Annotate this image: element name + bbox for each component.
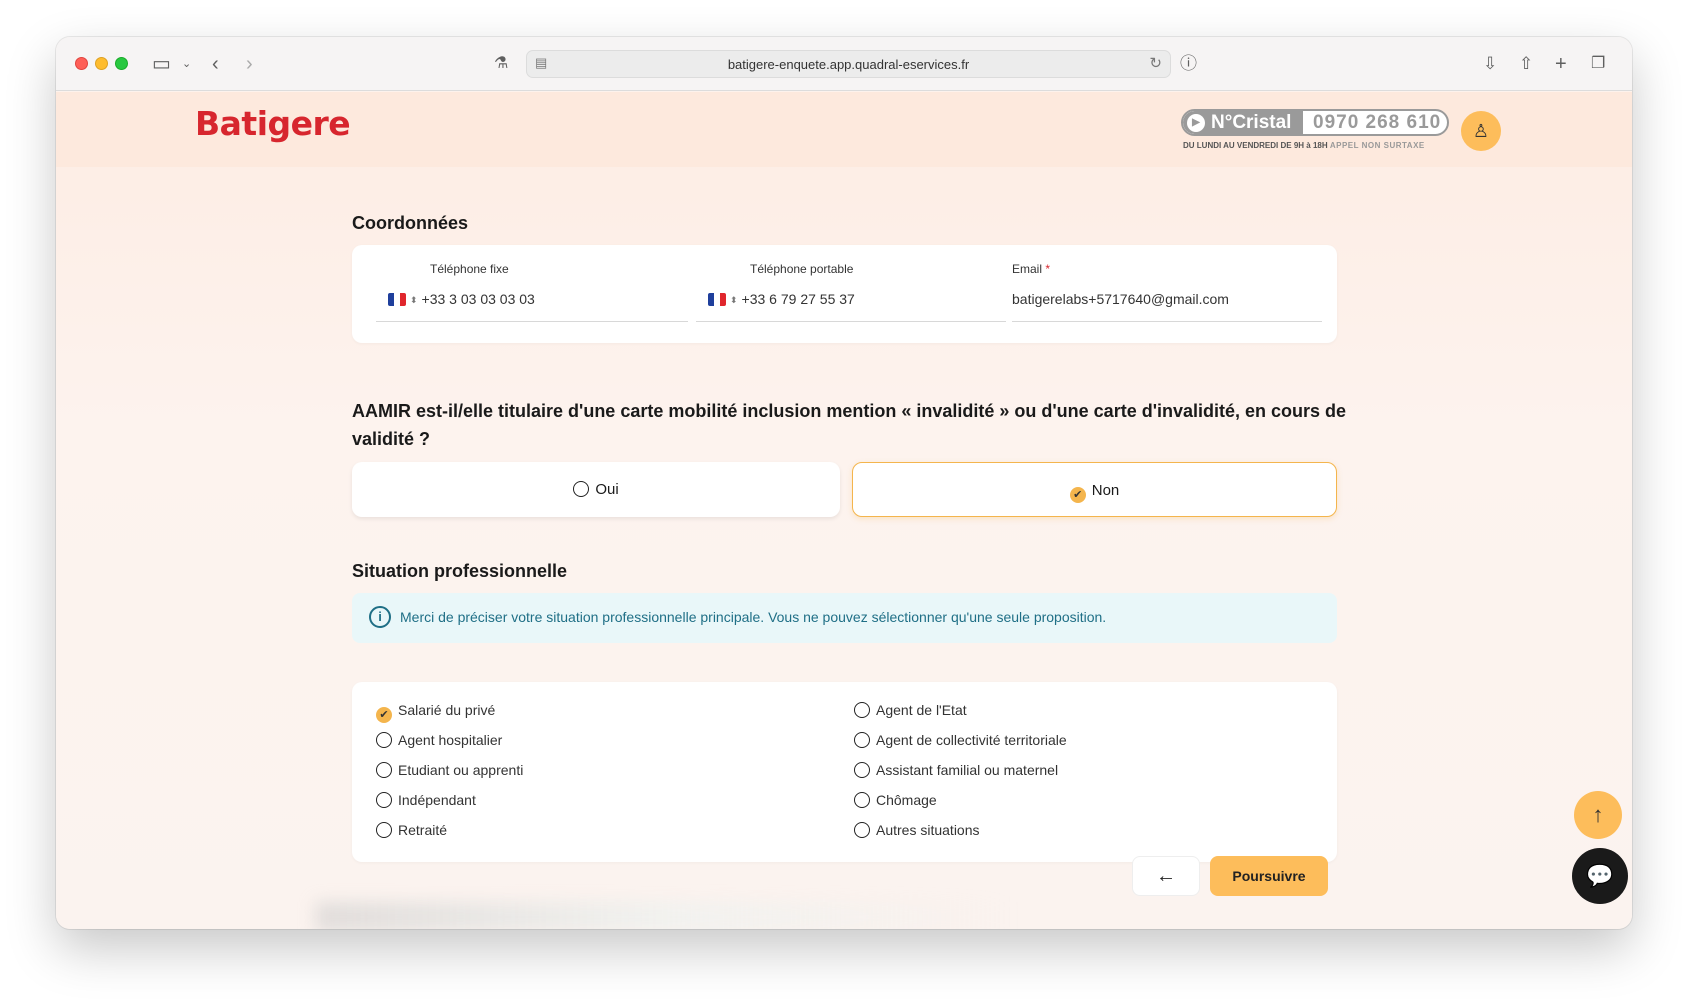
france-flag-icon[interactable]	[388, 293, 406, 306]
radio-empty-icon	[854, 792, 870, 808]
country-select-icon[interactable]: ⬍	[410, 295, 418, 305]
reload-icon[interactable]: ↻	[1149, 54, 1162, 72]
site-header: Batigere ▶ N°Cristal 0970 268 610 DU LUND…	[56, 92, 1632, 167]
option-assistant-familial[interactable]: Assistant familial ou maternel	[854, 762, 1058, 778]
option-retraite[interactable]: Retraité	[376, 822, 447, 838]
scroll-to-top-button[interactable]: ↑	[1574, 791, 1622, 839]
address-bar[interactable]: ▤ batigere-enquete.app.quadral-eservices…	[526, 50, 1171, 78]
situation-info-banner: i Merci de préciser votre situation prof…	[352, 593, 1337, 643]
invalidity-question: AAMIR est-il/elle titulaire d'une carte …	[352, 401, 1347, 449]
arrow-up-icon: ↑	[1592, 802, 1604, 827]
browser-toolbar: ▭ ⌄ ‹ › ⚗ ▤ batigere-enquete.app.quadral…	[56, 37, 1632, 91]
play-icon: ▶	[1187, 114, 1205, 132]
cristal-note: APPEL NON SURTAXE	[1329, 141, 1425, 150]
option-salarie-prive[interactable]: ✔ Salarié du privé	[376, 702, 495, 723]
option-etudiant-apprenti[interactable]: Etudiant ou apprenti	[376, 762, 523, 778]
coordonnees-card: Téléphone fixe ⬍ +33 3 03 03 03 03 Téléph…	[352, 245, 1337, 343]
user-icon: ♙	[1472, 121, 1490, 141]
situation-title: Situation professionnelle	[352, 561, 568, 581]
option-autres-situations[interactable]: Autres situations	[854, 822, 980, 838]
batigere-logo[interactable]: Batigere	[195, 104, 351, 143]
check-icon: ✔	[376, 707, 392, 723]
footer-shadow	[316, 902, 1016, 929]
radio-empty-icon	[573, 481, 590, 497]
url-text: batigere-enquete.app.quadral-eservices.f…	[727, 57, 970, 72]
option-chomage[interactable]: Chômage	[854, 792, 937, 808]
cristal-hotline: ▶ N°Cristal 0970 268 610 DU LUNDI AU VEND…	[1181, 109, 1449, 154]
arrow-left-icon: ←	[1156, 865, 1176, 887]
browser-window: ▭ ⌄ ‹ › ⚗ ▤ batigere-enquete.app.quadral…	[56, 37, 1632, 929]
radio-empty-icon	[376, 732, 392, 748]
chat-bubble-icon: 💬	[1586, 863, 1614, 888]
radio-empty-icon	[854, 762, 870, 778]
check-icon: ✔	[1069, 487, 1086, 503]
coordonnees-title: Coordonnées	[352, 213, 469, 233]
page-content: Batigere ▶ N°Cristal 0970 268 610 DU LUND…	[56, 92, 1632, 929]
new-tab-icon[interactable]: +	[1555, 51, 1567, 77]
close-window-button[interactable]	[75, 57, 88, 70]
radio-empty-icon	[376, 822, 392, 838]
info-icon: i	[369, 606, 391, 628]
download-icon[interactable]: ⇩	[1483, 51, 1497, 77]
sidebar-toggle-icon[interactable]: ▭	[152, 51, 171, 77]
answer-oui-button[interactable]: Oui	[352, 462, 840, 517]
tabs-overview-icon[interactable]: ❐	[1591, 51, 1605, 77]
phone-fixe-field[interactable]: Téléphone fixe ⬍ +33 3 03 03 03 03	[376, 245, 688, 325]
info-circle-icon[interactable]: ⓘ	[1180, 51, 1197, 77]
option-agent-etat[interactable]: Agent de l'Etat	[854, 702, 967, 718]
phone-portable-field[interactable]: Téléphone portable ⬍ +33 6 79 27 55 37	[696, 245, 1006, 325]
option-independant[interactable]: Indépendant	[376, 792, 476, 808]
chevron-down-icon[interactable]: ⌄	[182, 51, 191, 77]
cristal-number: 0970 268 610	[1313, 112, 1442, 133]
situation-options-card: ✔ Salarié du privé Agent hospitalier Etud…	[352, 682, 1337, 862]
poursuivre-button[interactable]: Poursuivre	[1210, 856, 1328, 896]
flask-icon[interactable]: ⚗	[494, 51, 508, 77]
previous-button[interactable]: ←	[1132, 856, 1200, 896]
radio-empty-icon	[854, 702, 870, 718]
forward-nav-icon[interactable]: ›	[246, 51, 253, 77]
back-nav-icon[interactable]: ‹	[212, 51, 219, 77]
share-icon[interactable]: ⇧	[1519, 51, 1533, 77]
minimize-window-button[interactable]	[95, 57, 108, 70]
option-agent-hospitalier[interactable]: Agent hospitalier	[376, 732, 502, 748]
answer-non-button[interactable]: ✔ Non	[852, 462, 1337, 517]
country-select-icon[interactable]: ⬍	[730, 295, 738, 305]
radio-empty-icon	[376, 792, 392, 808]
cristal-hours: DU LUNDI AU VENDREDI DE 9H à 18H	[1183, 141, 1328, 150]
email-field[interactable]: Email * batigerelabs+5717640@gmail.com	[1012, 245, 1322, 325]
option-agent-collectivite[interactable]: Agent de collectivité territoriale	[854, 732, 1067, 748]
user-account-button[interactable]: ♙	[1461, 111, 1501, 151]
france-flag-icon[interactable]	[708, 293, 726, 306]
radio-empty-icon	[376, 762, 392, 778]
radio-empty-icon	[854, 732, 870, 748]
zoom-window-button[interactable]	[115, 57, 128, 70]
radio-empty-icon	[854, 822, 870, 838]
chat-button[interactable]: 💬	[1572, 848, 1628, 904]
